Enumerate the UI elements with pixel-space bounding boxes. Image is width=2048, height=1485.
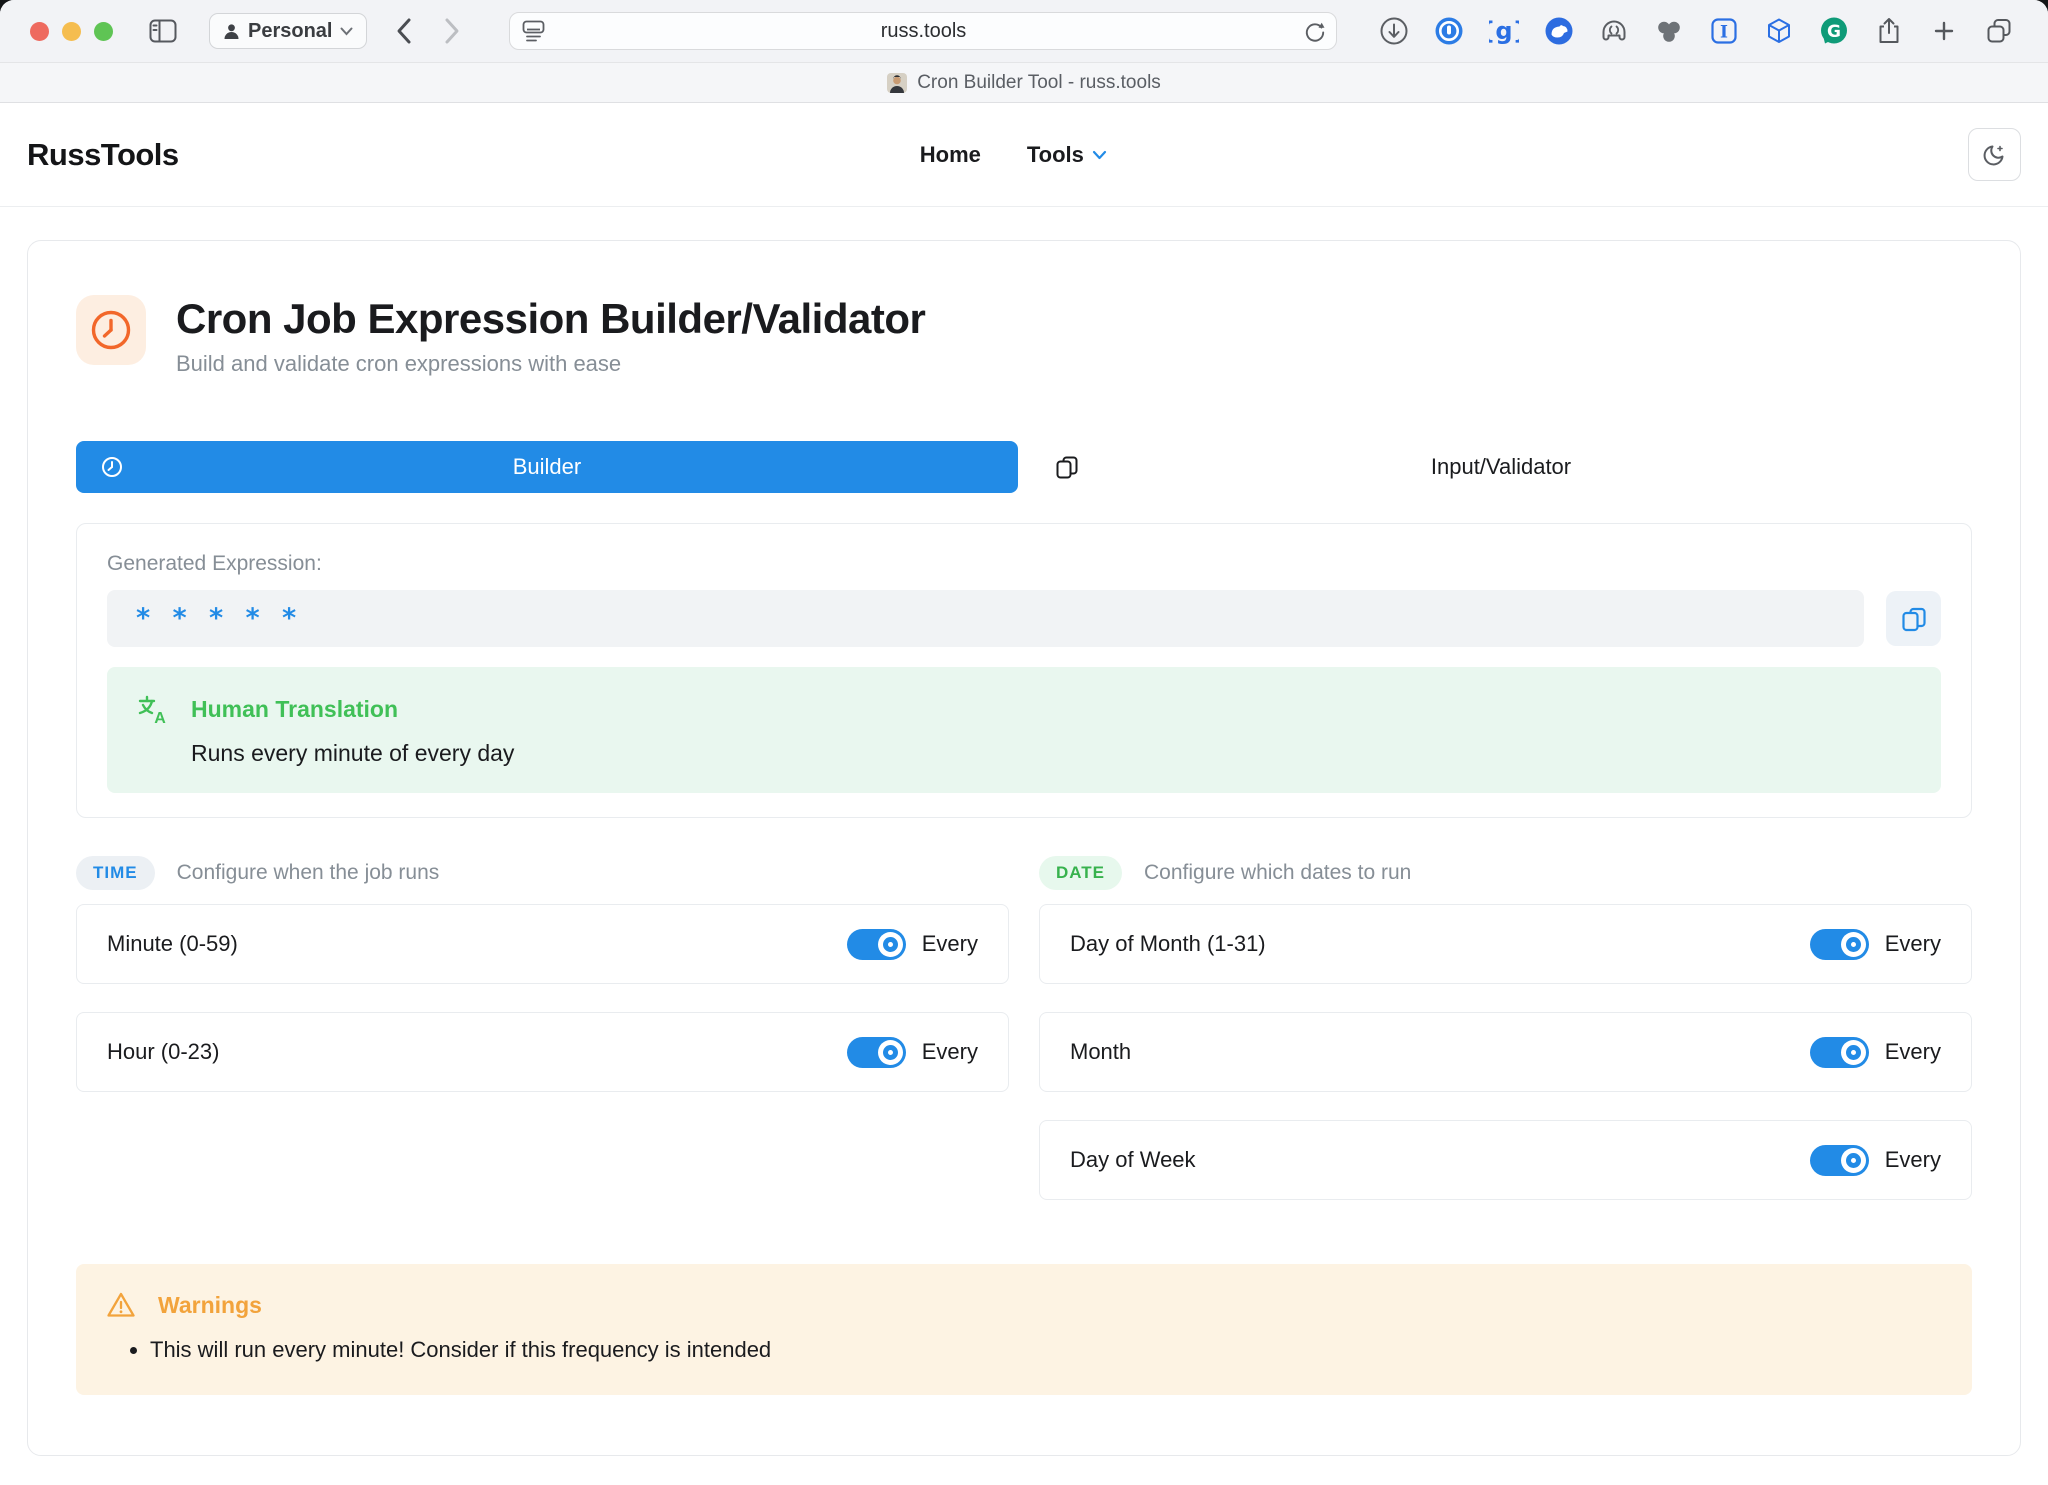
title-row: Cron Job Expression Builder/Validator Bu…: [76, 295, 1972, 377]
tab-overview-icon[interactable]: [1984, 16, 2014, 46]
month-field: Month Every: [1039, 1012, 1972, 1092]
profile-label: Personal: [248, 20, 332, 43]
warnings-box: Warnings This will run every minute! Con…: [76, 1264, 1972, 1395]
new-tab-icon[interactable]: [1929, 16, 1959, 46]
bear-icon[interactable]: [1544, 16, 1574, 46]
url-bar[interactable]: russ.tools: [509, 12, 1337, 50]
moon-icon: [1981, 142, 2007, 168]
profile-button[interactable]: Personal: [209, 13, 367, 49]
page-content: Cron Job Expression Builder/Validator Bu…: [0, 207, 2048, 1485]
minute-toggle[interactable]: [847, 929, 906, 960]
warnings-title: Warnings: [158, 1292, 262, 1319]
close-window-button[interactable]: [30, 22, 49, 41]
reload-icon[interactable]: [1302, 19, 1326, 43]
time-description: Configure when the job runs: [177, 861, 440, 885]
svg-text:{g}: {g}: [1489, 17, 1519, 45]
back-icon[interactable]: [395, 17, 412, 45]
warning-icon: [106, 1290, 136, 1320]
page-subtitle: Build and validate cron expressions with…: [176, 351, 925, 377]
onepassword-icon[interactable]: [1434, 16, 1464, 46]
hour-field: Hour (0-23) Every: [76, 1012, 1009, 1092]
day-of-week-toggle[interactable]: [1810, 1145, 1869, 1176]
nav-tools[interactable]: Tools: [1027, 142, 1107, 168]
url-text[interactable]: russ.tools: [510, 20, 1336, 43]
day-of-week-field: Day of Week Every: [1039, 1120, 1972, 1200]
day-of-month-toggle[interactable]: [1810, 929, 1869, 960]
time-badge: TIME: [76, 856, 155, 890]
tab-title-bar[interactable]: Cron Builder Tool - russ.tools: [0, 62, 2048, 103]
download-icon[interactable]: [1379, 16, 1409, 46]
hour-toggle[interactable]: [847, 1037, 906, 1068]
cube-icon[interactable]: [1764, 16, 1794, 46]
g-extension-icon[interactable]: {g}: [1489, 16, 1519, 46]
expression-value[interactable]: * * * * *: [107, 590, 1864, 647]
browser-window: Personal russ.tools {g} I G: [0, 0, 2048, 1485]
tab-title: Cron Builder Tool - russ.tools: [917, 72, 1161, 94]
person-icon: [223, 23, 240, 40]
clock-icon: [76, 295, 146, 365]
forward-icon[interactable]: [444, 17, 461, 45]
chevron-down-icon: [1092, 150, 1107, 160]
instapaper-icon[interactable]: I: [1709, 16, 1739, 46]
date-description: Configure which dates to run: [1144, 861, 1411, 885]
dark-mode-toggle[interactable]: [1968, 128, 2021, 181]
day-of-month-field: Day of Month (1-31) Every: [1039, 904, 1972, 984]
elephant-icon[interactable]: [1599, 16, 1629, 46]
date-badge: DATE: [1039, 856, 1122, 890]
browser-toolbar: Personal russ.tools {g} I G: [0, 0, 2048, 62]
main-nav: Home Tools: [920, 142, 1107, 168]
svg-text:G: G: [1828, 22, 1842, 42]
zoom-window-button[interactable]: [94, 22, 113, 41]
svg-text:A: A: [154, 710, 166, 725]
translation-title: Human Translation: [191, 696, 398, 723]
clock-icon: [100, 455, 124, 479]
tab-input-validator[interactable]: Input/Validator: [1030, 441, 1972, 493]
language-icon: A: [137, 693, 169, 725]
extension-cluster: {g} I G: [1379, 16, 2014, 46]
flower-icon[interactable]: [1654, 16, 1684, 46]
brand-logo[interactable]: RussTools: [27, 137, 179, 173]
copy-expression-button[interactable]: [1886, 591, 1941, 646]
nav-home[interactable]: Home: [920, 142, 981, 168]
human-translation-box: A Human Translation Runs every minute of…: [107, 667, 1941, 793]
month-toggle[interactable]: [1810, 1037, 1869, 1068]
minimize-window-button[interactable]: [62, 22, 81, 41]
tool-card: Cron Job Expression Builder/Validator Bu…: [27, 240, 2021, 1456]
warning-item: This will run every minute! Consider if …: [150, 1336, 1942, 1365]
page-title: Cron Job Expression Builder/Validator: [176, 295, 925, 343]
grammarly-icon[interactable]: G: [1819, 16, 1849, 46]
minute-field: Minute (0-59) Every: [76, 904, 1009, 984]
translation-text: Runs every minute of every day: [191, 740, 1911, 767]
chevron-down-icon: [340, 27, 353, 36]
traffic-lights: [30, 22, 113, 41]
sidebar-icon[interactable]: [149, 19, 177, 43]
date-section: DATE Configure which dates to run Day of…: [1039, 856, 1972, 1228]
mode-tabs: Builder Input/Validator: [76, 441, 1972, 493]
warnings-list: This will run every minute! Consider if …: [106, 1336, 1942, 1365]
site-header: RussTools Home Tools: [0, 103, 2048, 207]
copy-icon: [1900, 605, 1928, 633]
expression-label: Generated Expression:: [107, 552, 1941, 576]
time-section: TIME Configure when the job runs Minute …: [76, 856, 1009, 1228]
tab-builder[interactable]: Builder: [76, 441, 1018, 493]
svg-text:I: I: [1721, 23, 1729, 43]
favicon-avatar: [887, 73, 907, 93]
expression-panel: Generated Expression: * * * * * A Human …: [76, 523, 1972, 818]
share-icon[interactable]: [1874, 16, 1904, 46]
copy-icon: [1054, 454, 1080, 480]
